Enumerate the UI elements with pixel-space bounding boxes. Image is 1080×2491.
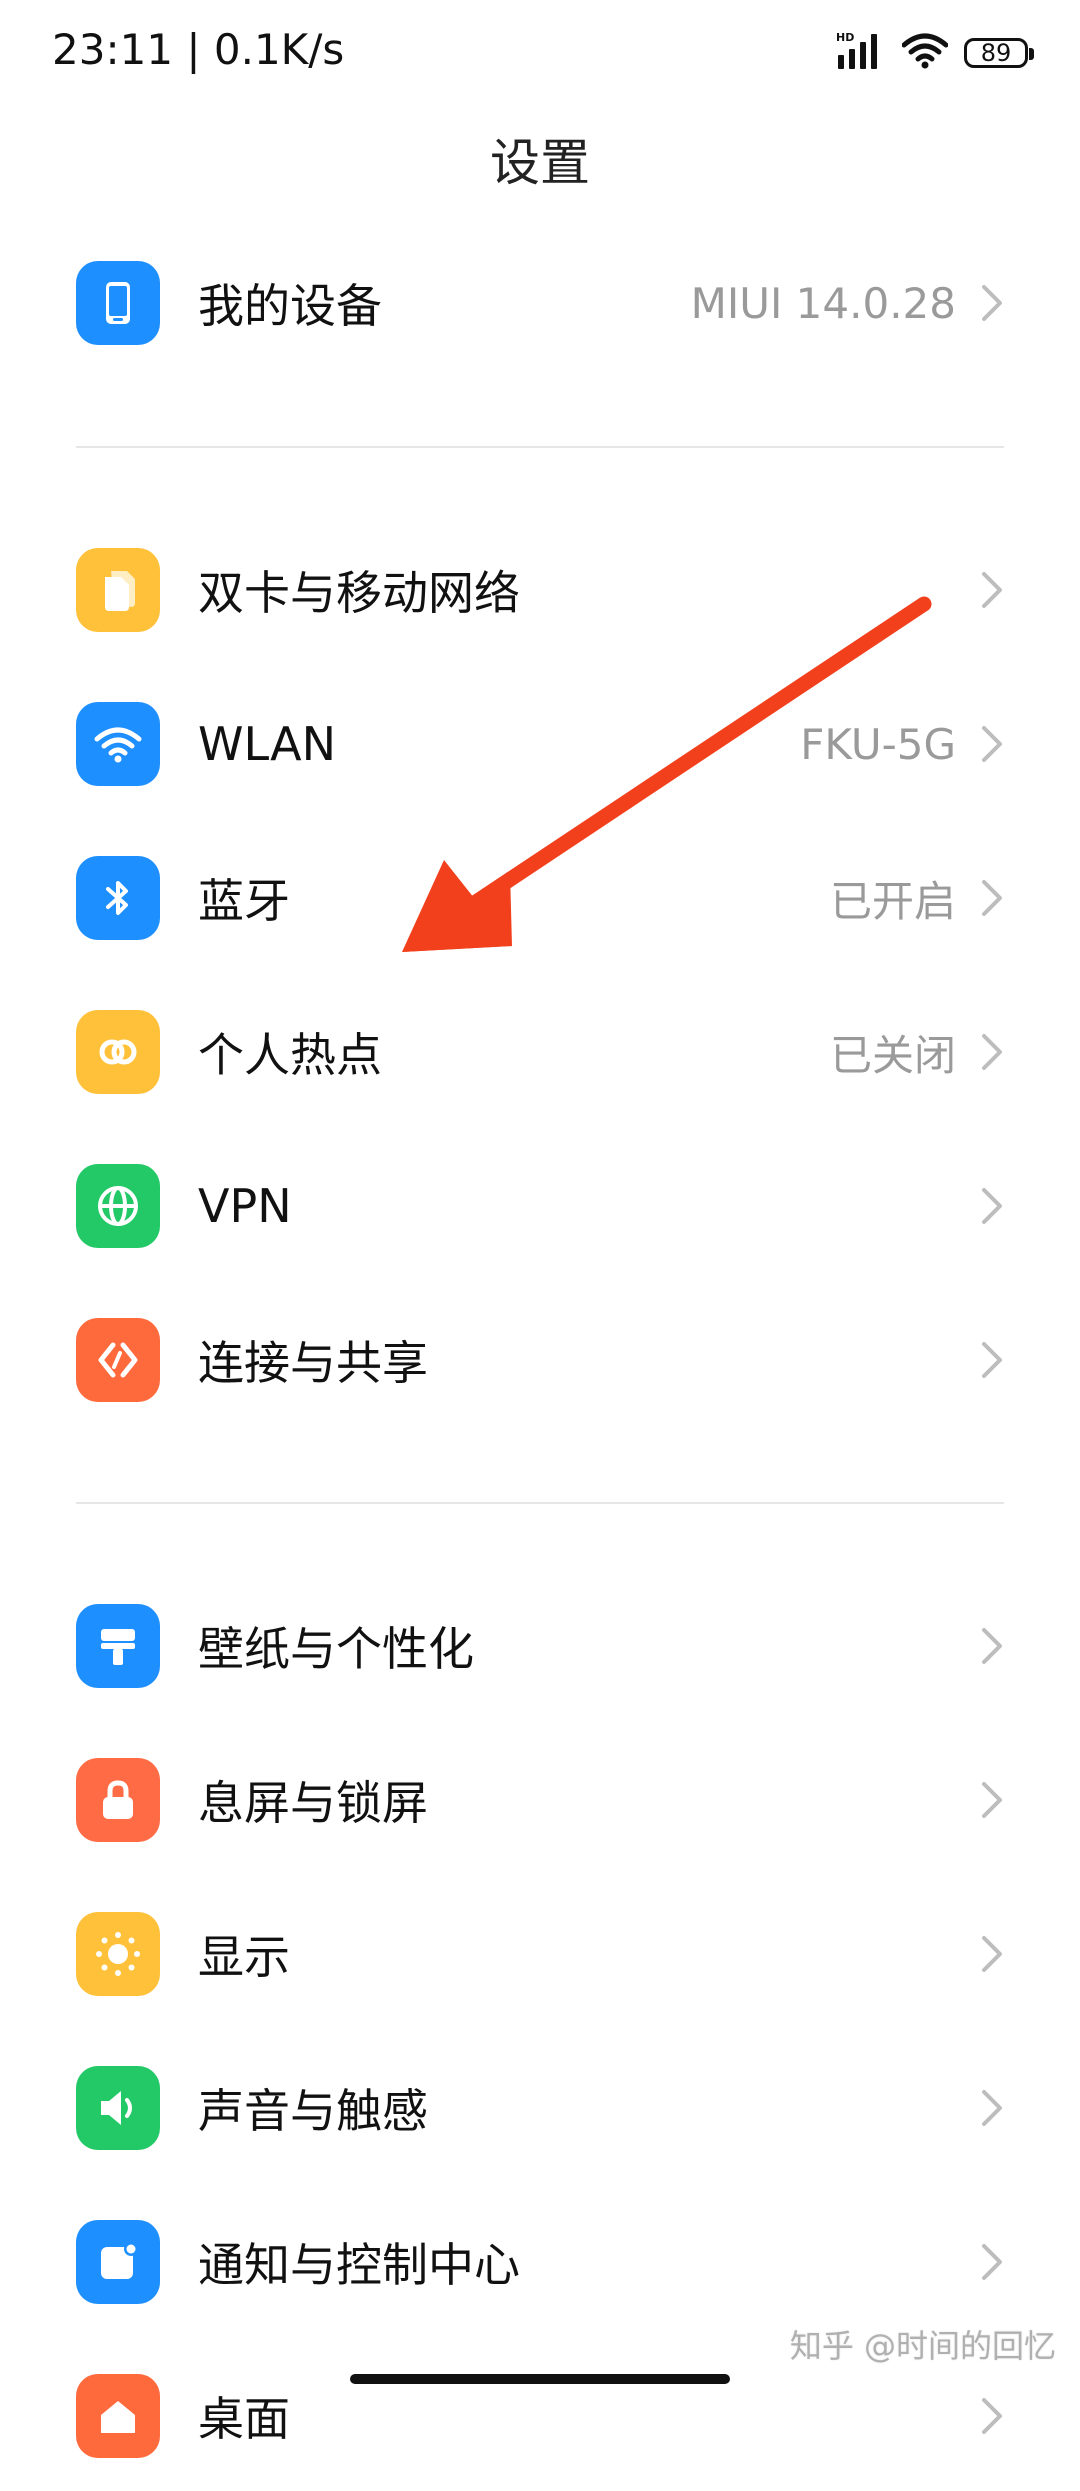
status-icons: HD 89 — [836, 28, 1034, 78]
settings-item-label: 我的设备 — [198, 279, 382, 333]
settings-item-my-device[interactable]: 我的设备 MIUI 14.0.28 — [0, 228, 1080, 378]
settings-item-label: 桌面 — [198, 2392, 290, 2446]
settings-item-notifications[interactable]: 通知与控制中心 — [0, 2187, 1080, 2337]
gesture-nav-bar[interactable] — [350, 2374, 730, 2384]
globe-icon — [76, 1164, 160, 1248]
lock-icon — [76, 1758, 160, 1842]
settings-item-sound[interactable]: 声音与触感 — [0, 2033, 1080, 2183]
settings-item-label: 通知与控制中心 — [198, 2238, 520, 2292]
wifi-icon — [76, 702, 160, 786]
settings-item-label: 连接与共享 — [198, 1336, 428, 1390]
page-title: 设置 — [490, 134, 590, 192]
brush-icon — [76, 1604, 160, 1688]
divider — [76, 1502, 1004, 1504]
chevron-right-icon — [982, 726, 1002, 762]
chevron-right-icon — [982, 1936, 1002, 1972]
settings-item-label: 壁纸与个性化 — [198, 1622, 474, 1676]
settings-item-display[interactable]: 显示 — [0, 1879, 1080, 2029]
settings-item-vpn[interactable]: VPN — [0, 1131, 1080, 1281]
settings-item-label: 蓝牙 — [198, 874, 290, 928]
settings-item-label: 显示 — [198, 1930, 290, 1984]
sun-icon — [76, 1912, 160, 1996]
divider — [76, 446, 1004, 448]
notification-icon — [76, 2220, 160, 2304]
chevron-right-icon — [982, 1782, 1002, 1818]
chevron-right-icon — [982, 1342, 1002, 1378]
home-icon — [76, 2374, 160, 2458]
chevron-right-icon — [982, 2398, 1002, 2434]
settings-item-hotspot[interactable]: 个人热点 已关闭 — [0, 977, 1080, 1127]
settings-item-label: 声音与触感 — [198, 2084, 428, 2138]
settings-item-label: VPN — [198, 1179, 292, 1233]
status-time-speed: 23:11 | 0.1K/s — [52, 25, 345, 74]
settings-item-connection-sharing[interactable]: 连接与共享 — [0, 1285, 1080, 1435]
chevron-right-icon — [982, 880, 1002, 916]
chevron-right-icon — [982, 2244, 1002, 2280]
chevron-right-icon — [982, 1188, 1002, 1224]
settings-item-value: 已开启 — [829, 876, 956, 926]
chevron-right-icon — [982, 285, 1002, 321]
wifi-status-icon — [901, 33, 949, 73]
settings-item-label: WLAN — [198, 717, 337, 771]
settings-item-sim-mobile-network[interactable]: 双卡与移动网络 — [0, 515, 1080, 665]
bluetooth-icon — [76, 856, 160, 940]
settings-item-label: 双卡与移动网络 — [198, 566, 520, 620]
chevron-right-icon — [982, 2090, 1002, 2126]
settings-item-label: 个人热点 — [198, 1028, 382, 1082]
battery-level: 89 — [980, 39, 1012, 67]
phone-icon — [76, 261, 160, 345]
settings-item-value: MIUI 14.0.28 — [690, 278, 956, 328]
settings-item-value: FKU-5G — [800, 719, 956, 769]
chevron-right-icon — [982, 1034, 1002, 1070]
speaker-icon — [76, 2066, 160, 2150]
settings-item-bluetooth[interactable]: 蓝牙 已开启 — [0, 823, 1080, 973]
hotspot-icon — [76, 1010, 160, 1094]
status-bar: 23:11 | 0.1K/s HD 89 — [0, 0, 1080, 100]
settings-item-wallpaper[interactable]: 壁纸与个性化 — [0, 1571, 1080, 1721]
chevron-right-icon — [982, 1628, 1002, 1664]
chevron-right-icon — [982, 572, 1002, 608]
hd-label: HD — [836, 31, 854, 44]
signal-icon: HD — [836, 31, 886, 75]
settings-item-lock-screen[interactable]: 息屏与锁屏 — [0, 1725, 1080, 1875]
share-icon — [76, 1318, 160, 1402]
watermark: 知乎 @时间的回忆 — [789, 2327, 1056, 2365]
sim-card-icon — [76, 548, 160, 632]
settings-item-wlan[interactable]: WLAN FKU-5G — [0, 669, 1080, 819]
battery-icon: 89 — [964, 38, 1034, 68]
settings-item-value: 已关闭 — [829, 1030, 956, 1080]
settings-item-label: 息屏与锁屏 — [198, 1776, 428, 1830]
